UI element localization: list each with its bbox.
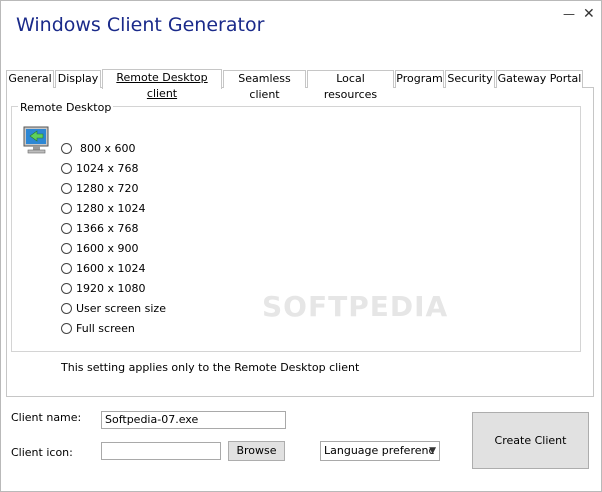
softpedia-watermark: SOFTPEDIA bbox=[262, 290, 449, 323]
close-button[interactable]: ✕ bbox=[583, 7, 595, 21]
browse-button[interactable]: Browse bbox=[228, 441, 285, 461]
create-client-button[interactable]: Create Client bbox=[472, 412, 589, 469]
radio-full-screen[interactable]: Full screen bbox=[61, 320, 135, 336]
radio-1366x768[interactable]: 1366 x 768 bbox=[61, 220, 139, 236]
radio-circle[interactable] bbox=[61, 222, 72, 234]
radio-circle[interactable] bbox=[61, 182, 72, 194]
radio-1920x1080[interactable]: 1920 x 1080 bbox=[61, 280, 146, 296]
radio-user-screen-size[interactable]: User screen size bbox=[61, 300, 166, 316]
radio-label: User screen size bbox=[76, 301, 166, 315]
client-icon-field[interactable] bbox=[101, 442, 221, 460]
radio-label: 1024 x 768 bbox=[76, 161, 139, 175]
language-preference-select[interactable]: Language preferenc ▼ bbox=[320, 441, 440, 461]
window-title: Windows Client Generator bbox=[16, 14, 265, 36]
radio-800x600[interactable]: 800 x 600 bbox=[61, 140, 136, 156]
radio-label: 1600 x 1024 bbox=[76, 261, 146, 275]
radio-circle[interactable] bbox=[61, 242, 72, 254]
radio-1024x768[interactable]: 1024 x 768 bbox=[61, 160, 139, 176]
radio-circle[interactable] bbox=[61, 302, 72, 314]
client-icon-label: Client icon: bbox=[11, 446, 73, 459]
radio-1280x720[interactable]: 1280 x 720 bbox=[61, 180, 139, 196]
radio-circle[interactable] bbox=[61, 322, 72, 334]
radio-circle[interactable] bbox=[61, 262, 72, 274]
settings-note: This setting applies only to the Remote … bbox=[61, 361, 360, 374]
chevron-down-icon: ▼ bbox=[429, 446, 436, 456]
minimize-button[interactable]: — bbox=[563, 7, 575, 21]
tab-security[interactable]: Security bbox=[445, 70, 495, 88]
radio-1600x1024[interactable]: 1600 x 1024 bbox=[61, 260, 146, 276]
radio-circle[interactable] bbox=[61, 202, 72, 214]
radio-label: 1280 x 1024 bbox=[76, 201, 146, 215]
tab-display[interactable]: Display bbox=[55, 70, 101, 88]
radio-1280x1024[interactable]: 1280 x 1024 bbox=[61, 200, 146, 216]
radio-label: 1280 x 720 bbox=[76, 181, 139, 195]
tab-program[interactable]: Program bbox=[395, 70, 444, 88]
rdp-monitor-icon bbox=[23, 126, 49, 154]
radio-circle[interactable] bbox=[61, 162, 72, 174]
radio-label: 1600 x 900 bbox=[76, 241, 139, 255]
tab-gateway-portal[interactable]: Gateway Portal bbox=[496, 70, 583, 88]
radio-label: 1366 x 768 bbox=[76, 221, 139, 235]
radio-label: 1920 x 1080 bbox=[76, 281, 146, 295]
radio-circle[interactable] bbox=[61, 142, 72, 154]
radio-label: Full screen bbox=[76, 321, 135, 335]
language-select-value: Language preferenc bbox=[324, 444, 435, 457]
radio-circle[interactable] bbox=[61, 282, 72, 294]
client-name-label: Client name: bbox=[11, 411, 82, 424]
tab-local-resources[interactable]: Local resources bbox=[307, 70, 394, 101]
tab-general[interactable]: General bbox=[6, 70, 54, 88]
tab-seamless-client[interactable]: Seamless client bbox=[223, 70, 306, 101]
groupbox-label: Remote Desktop bbox=[18, 101, 114, 114]
radio-label: 800 x 600 bbox=[80, 141, 136, 155]
tab-remote-desktop-client[interactable]: Remote Desktop client bbox=[102, 69, 222, 100]
radio-1600x900[interactable]: 1600 x 900 bbox=[61, 240, 139, 256]
client-name-field[interactable]: Softpedia-07.exe bbox=[101, 411, 286, 429]
